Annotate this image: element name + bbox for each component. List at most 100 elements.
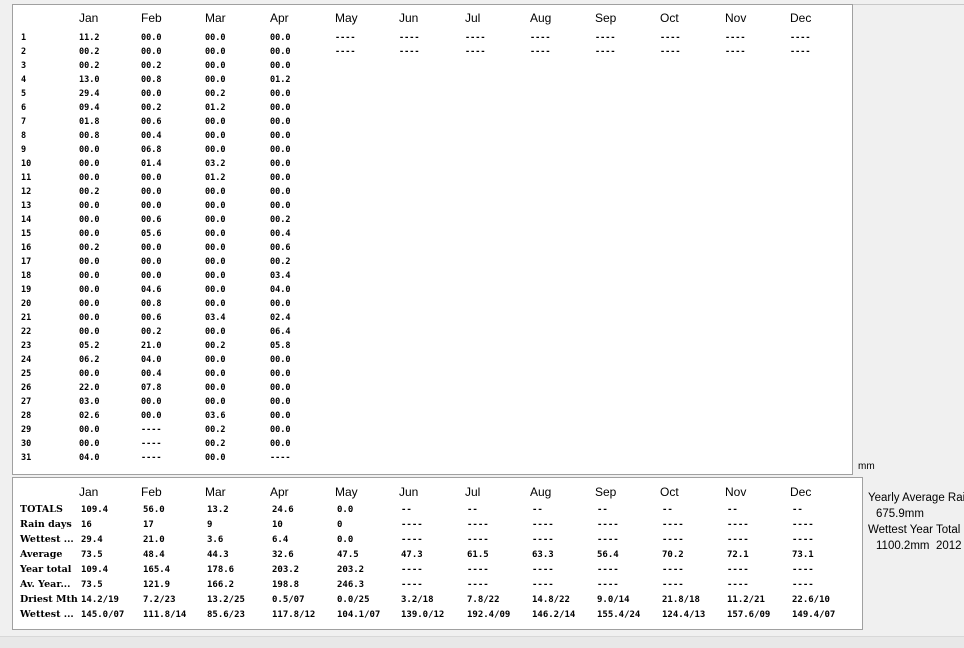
day-label: 13: [21, 201, 32, 211]
day-label: 7: [21, 117, 27, 127]
summary-value: ----: [727, 535, 749, 545]
summary-value: ----: [401, 565, 423, 575]
summary-value: ----: [662, 565, 684, 575]
day-label: 17: [21, 257, 32, 267]
summary-value: 73.5: [81, 550, 103, 560]
month-header-nov: Nov: [725, 11, 747, 25]
daily-value: 00.0: [205, 355, 226, 365]
daily-value: 00.6: [141, 117, 162, 127]
daily-value: 21.0: [141, 341, 162, 351]
summary-value: 73.5: [81, 580, 103, 590]
daily-value: 05.8: [270, 341, 291, 351]
summary-month-header-apr: Apr: [270, 485, 289, 499]
summary-value: ----: [727, 520, 749, 530]
summary-value: ----: [597, 565, 619, 575]
daily-value: 00.2: [141, 103, 162, 113]
daily-value: 05.6: [141, 229, 162, 239]
summary-month-header-jun: Jun: [399, 485, 419, 499]
daily-value: 00.0: [270, 33, 291, 43]
daily-value: 00.0: [205, 61, 226, 71]
daily-value: 02.4: [270, 313, 291, 323]
daily-value: 00.0: [270, 383, 291, 393]
daily-value: 00.0: [205, 453, 226, 463]
summary-value: --: [532, 505, 543, 515]
day-label: 10: [21, 159, 32, 169]
summary-value: 24.6: [272, 505, 294, 515]
summary-value: ----: [532, 535, 554, 545]
summary-value: 155.4/24: [597, 610, 641, 620]
day-label: 25: [21, 369, 32, 379]
day-label: 20: [21, 299, 32, 309]
summary-value: ----: [467, 580, 489, 590]
day-label: 12: [21, 187, 32, 197]
summary-row-label: Av. Year...: [20, 579, 71, 590]
summary-value: ----: [662, 535, 684, 545]
month-header-jan: Jan: [79, 11, 99, 25]
daily-value: ----: [660, 33, 681, 43]
month-header-dec: Dec: [790, 11, 812, 25]
summary-value: 47.5: [337, 550, 359, 560]
summary-value: 9.0/14: [597, 595, 630, 605]
daily-value: 00.0: [270, 159, 291, 169]
daily-value: 00.0: [205, 383, 226, 393]
month-header-jun: Jun: [399, 11, 419, 25]
daily-value: 00.0: [270, 439, 291, 449]
daily-value: ----: [465, 33, 486, 43]
daily-value: 00.0: [205, 117, 226, 127]
summary-value: 149.4/07: [792, 610, 836, 620]
daily-value: ----: [530, 33, 551, 43]
daily-value: 00.0: [270, 299, 291, 309]
daily-value: 00.0: [205, 75, 226, 85]
summary-value: 0.0/25: [337, 595, 370, 605]
daily-value: 00.0: [270, 61, 291, 71]
summary-month-header-sep: Sep: [595, 485, 617, 499]
daily-value: 00.0: [205, 369, 226, 379]
daily-value: 00.0: [79, 173, 100, 183]
summary-value: ----: [401, 520, 423, 530]
summary-value: 73.1: [792, 550, 814, 560]
daily-value: 00.0: [205, 187, 226, 197]
daily-value: 00.0: [79, 327, 100, 337]
day-label: 21: [21, 313, 32, 323]
daily-value: 00.2: [205, 89, 226, 99]
summary-value: 121.9: [143, 580, 171, 590]
summary-value: 109.4: [81, 505, 109, 515]
summary-month-header-aug: Aug: [530, 485, 552, 499]
day-label: 5: [21, 89, 27, 99]
summary-value: 10: [272, 520, 283, 530]
summary-row-label: Wettest ...: [20, 534, 74, 545]
summary-value: 139.0/12: [401, 610, 445, 620]
summary-row-label: Year total: [20, 564, 72, 575]
month-header-aug: Aug: [530, 11, 552, 25]
summary-value: ----: [727, 580, 749, 590]
summary-month-header-may: May: [335, 485, 358, 499]
daily-value: 00.0: [270, 47, 291, 57]
summary-value: 21.0: [143, 535, 165, 545]
daily-value: 00.0: [205, 299, 226, 309]
summary-value: 44.3: [207, 550, 229, 560]
daily-value: 00.2: [270, 215, 291, 225]
summary-value: 203.2: [337, 565, 365, 575]
summary-value: 246.3: [337, 580, 365, 590]
summary-value: ----: [662, 580, 684, 590]
month-header-apr: Apr: [270, 11, 289, 25]
summary-value: 13.2/25: [207, 595, 245, 605]
daily-value: 06.8: [141, 145, 162, 155]
daily-value: 00.2: [79, 187, 100, 197]
daily-value: 00.8: [141, 299, 162, 309]
summary-month-header-jul: Jul: [465, 485, 481, 499]
summary-value: 111.8/14: [143, 610, 187, 620]
summary-value: 166.2: [207, 580, 235, 590]
daily-value: 00.0: [205, 229, 226, 239]
day-label: 6: [21, 103, 27, 113]
summary-value: 192.4/09: [467, 610, 511, 620]
yearly-average-value: 675.9mm: [876, 508, 924, 520]
summary-value: 6.4: [272, 535, 289, 545]
summary-value: ----: [467, 535, 489, 545]
summary-row-label: Average: [20, 549, 63, 560]
daily-value: 01.2: [270, 75, 291, 85]
day-label: 8: [21, 131, 27, 141]
daily-value: 03.6: [205, 411, 226, 421]
daily-value: 00.2: [79, 47, 100, 57]
daily-value: 00.0: [141, 271, 162, 281]
